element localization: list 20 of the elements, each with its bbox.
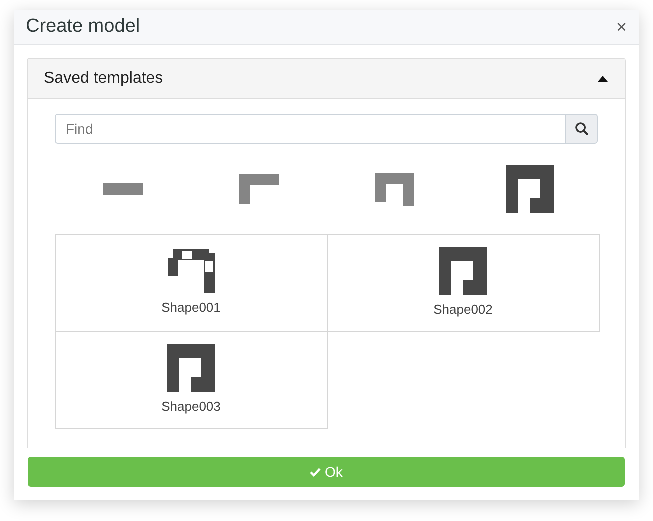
corner-shape-icon[interactable] xyxy=(238,174,279,204)
search-button[interactable] xyxy=(566,114,598,144)
search-field[interactable]: Find xyxy=(55,114,566,144)
hook-shape-icon[interactable] xyxy=(506,165,554,213)
block-shape-icon xyxy=(168,248,215,293)
panel-header[interactable]: Saved templates xyxy=(28,59,625,99)
arch-shape-icon[interactable] xyxy=(374,172,414,206)
template-card[interactable]: Shape003 xyxy=(55,331,328,429)
template-card[interactable]: Shape001 xyxy=(55,234,328,332)
template-name: Shape002 xyxy=(434,300,493,319)
hook-shape-icon xyxy=(439,246,488,295)
search-icon xyxy=(574,122,588,136)
close-button[interactable]: × xyxy=(616,18,627,36)
dialog-title: Create model xyxy=(26,14,140,39)
template-name: Shape003 xyxy=(162,398,221,416)
template-name: Shape001 xyxy=(162,298,221,317)
check-icon xyxy=(310,468,322,476)
hook-shape-icon xyxy=(167,344,216,392)
panel-title: Saved templates xyxy=(44,68,164,88)
template-card[interactable]: Shape002 xyxy=(326,234,600,332)
